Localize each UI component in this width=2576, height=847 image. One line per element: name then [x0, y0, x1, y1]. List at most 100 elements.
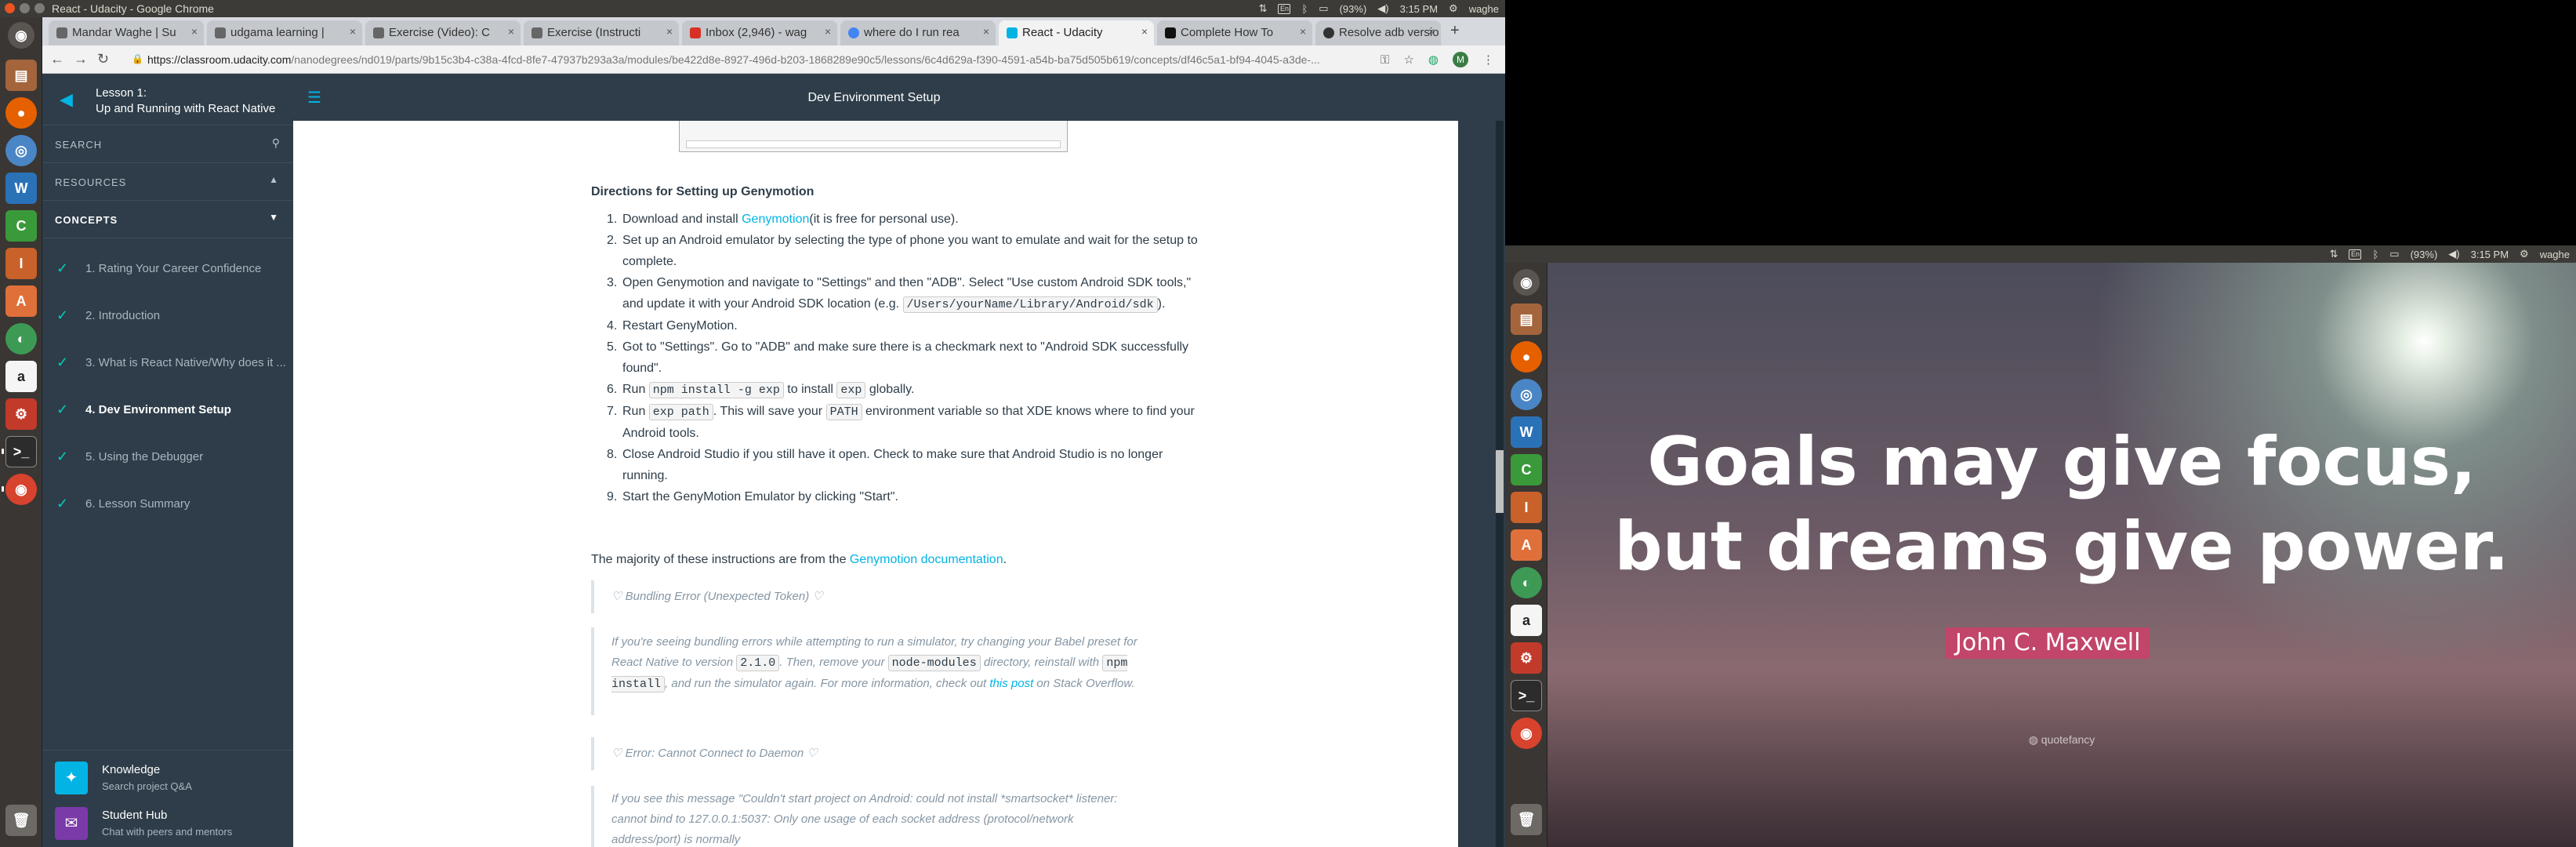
forward-arrow-icon[interactable]: → [74, 51, 88, 67]
this-post-link[interactable]: this post [989, 677, 1033, 690]
battery-percent[interactable]: (93%) [1340, 3, 1367, 15]
checkmark-icon: ✓ [56, 496, 69, 511]
gem-icon: ♡ [807, 747, 818, 760]
minimize-window-button[interactable] [20, 3, 30, 13]
chrome-icon[interactable]: ◉ [1511, 718, 1542, 749]
lesson-title: Up and Running with React Native [96, 102, 276, 115]
concept-item[interactable]: ✓ 6. Lesson Summary [42, 482, 293, 529]
files-icon[interactable]: ▤ [1511, 304, 1542, 335]
genymotion-link[interactable]: Genymotion [742, 213, 809, 226]
reload-icon[interactable]: ↻ [97, 51, 109, 67]
keyboard-layout-icon[interactable]: En [2349, 249, 2362, 260]
profile-avatar[interactable]: M [1453, 52, 1468, 67]
browser-tab[interactable]: Complete How To × [1157, 20, 1312, 45]
concept-item[interactable]: ✓ 2. Introduction [42, 293, 293, 340]
ubuntu-software-icon[interactable]: A [1511, 529, 1542, 561]
bluetooth-icon[interactable]: ᛒ [1301, 3, 1308, 15]
amazon-icon[interactable]: a [5, 361, 37, 392]
battery-icon[interactable]: ▭ [1319, 2, 1328, 15]
files-icon[interactable]: ▤ [5, 60, 37, 91]
gear-icon[interactable]: ⚙ [1449, 2, 1458, 15]
libreoffice-calc-icon[interactable]: C [1511, 454, 1542, 485]
key-icon[interactable]: ⚿ [1381, 53, 1389, 67]
code-inline: exp path [648, 404, 713, 420]
instruction-list: 1. Download and install Genymotion(it is … [591, 209, 1203, 507]
network-icon[interactable]: ⇅ [1259, 2, 1268, 15]
close-icon[interactable]: × [1300, 25, 1306, 38]
libreoffice-impress-icon[interactable]: I [5, 248, 37, 279]
firefox-icon[interactable]: ● [5, 97, 37, 129]
browser-tab-active[interactable]: React - Udacity × [999, 20, 1154, 45]
sidebar-search[interactable]: SEARCH ⚲ [42, 125, 293, 163]
terminal-icon[interactable]: >_ [1511, 680, 1542, 711]
username[interactable]: waghe [1469, 3, 1499, 15]
browser-tab[interactable]: Mandar Waghe | Su × [49, 20, 204, 45]
browser-tab[interactable]: udgama learning | × [207, 20, 362, 45]
close-icon[interactable]: × [825, 25, 831, 38]
address-bar[interactable]: 🔒 https://classroom.udacity.com/nanodegr… [124, 49, 1394, 70]
concepts-section[interactable]: CONCEPTS ▼ [42, 201, 293, 238]
close-icon[interactable]: × [1141, 25, 1148, 38]
chromium-icon[interactable]: ◎ [5, 135, 37, 166]
bluetooth-icon[interactable]: ᛒ [2372, 249, 2378, 260]
app-icon[interactable]: ◐ [1511, 567, 1542, 598]
dash-icon[interactable]: ◉ [1513, 269, 1540, 296]
settings-icon[interactable]: ⚙ [5, 398, 37, 430]
resources-section[interactable]: RESOURCES ▲ [42, 163, 293, 201]
concept-content: Directions for Setting up Genymotion 1. D… [293, 121, 1458, 847]
trash-icon[interactable]: 🗑 [5, 805, 37, 836]
close-window-button[interactable] [5, 3, 15, 13]
close-icon[interactable]: × [666, 25, 673, 38]
new-tab-button[interactable]: + [1450, 22, 1460, 40]
libreoffice-writer-icon[interactable]: W [5, 173, 37, 204]
browser-tab[interactable]: Exercise (Instructi × [524, 20, 679, 45]
dash-icon[interactable]: ◉ [8, 22, 34, 49]
chrome-icon[interactable]: ◉ [5, 474, 37, 505]
concept-item[interactable]: ✓ 1. Rating Your Career Confidence [42, 246, 293, 293]
gear-icon[interactable]: ⚙ [2520, 248, 2529, 260]
browser-tab[interactable]: Inbox (2,946) - wag × [682, 20, 837, 45]
genymotion-docs-link[interactable]: Genymotion documentation [850, 553, 1003, 566]
firefox-icon[interactable]: ● [1511, 341, 1542, 373]
trash-icon[interactable]: 🗑 [1511, 804, 1542, 835]
menu-kebab-icon[interactable]: ⋮ [1482, 53, 1494, 67]
app-icon[interactable]: ◐ [5, 323, 37, 354]
close-icon[interactable]: × [1428, 25, 1435, 38]
libreoffice-impress-icon[interactable]: I [1511, 492, 1542, 523]
battery-percent[interactable]: (93%) [2411, 249, 2438, 260]
volume-icon[interactable]: ◀) [1377, 2, 1388, 15]
libreoffice-calc-icon[interactable]: C [5, 210, 37, 242]
concept-item-current[interactable]: ✓ 4. Dev Environment Setup [42, 387, 293, 434]
bookmark-star-icon[interactable]: ☆ [1403, 53, 1413, 67]
keyboard-layout-icon[interactable]: En [1278, 3, 1291, 14]
settings-icon[interactable]: ⚙ [1511, 642, 1542, 674]
battery-icon[interactable]: ▭ [2389, 248, 2399, 260]
ubuntu-software-icon[interactable]: A [5, 285, 37, 317]
search-icon[interactable]: ⚲ [272, 136, 281, 150]
concept-item[interactable]: ✓ 3. What is React Native/Why does it ... [42, 340, 293, 387]
username[interactable]: waghe [2540, 249, 2570, 260]
callout-body: If you're seeing bundling errors while a… [591, 627, 1140, 715]
libreoffice-writer-icon[interactable]: W [1511, 416, 1542, 448]
volume-icon[interactable]: ◀) [2448, 248, 2459, 260]
amazon-icon[interactable]: a [1511, 605, 1542, 636]
close-icon[interactable]: × [983, 25, 989, 38]
scrollbar-thumb[interactable] [1496, 450, 1504, 513]
back-chevron-icon[interactable]: ◀ [60, 89, 73, 110]
back-arrow-icon[interactable]: ← [50, 51, 64, 67]
close-icon[interactable]: × [350, 25, 356, 38]
concept-item[interactable]: ✓ 5. Using the Debugger [42, 434, 293, 482]
browser-tab[interactable]: Exercise (Video): C × [365, 20, 521, 45]
chromium-icon[interactable]: ◎ [1511, 379, 1542, 410]
checkmark-icon: ✓ [56, 402, 69, 417]
close-icon[interactable]: × [191, 25, 198, 38]
close-icon[interactable]: × [508, 25, 514, 38]
extension-icon[interactable]: ◍ [1428, 53, 1439, 67]
terminal-icon[interactable]: >_ [5, 436, 37, 467]
browser-tab[interactable]: where do I run rea × [840, 20, 996, 45]
maximize-window-button[interactable] [34, 3, 45, 13]
network-icon[interactable]: ⇅ [2330, 248, 2338, 260]
clock[interactable]: 3:15 PM [1400, 3, 1438, 15]
browser-tab[interactable]: Resolve adb versio × [1315, 20, 1441, 45]
clock[interactable]: 3:15 PM [2471, 249, 2509, 260]
